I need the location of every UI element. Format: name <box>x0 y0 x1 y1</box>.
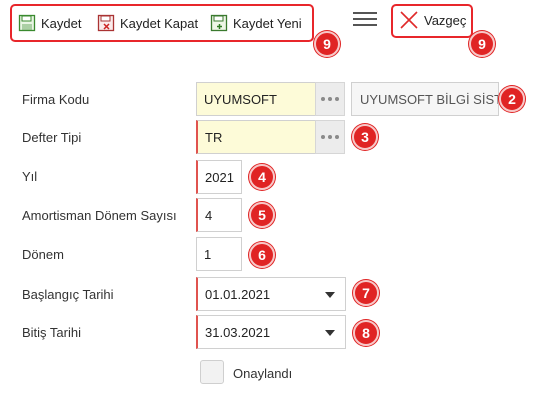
save-new-button[interactable]: Kaydet Yeni <box>210 13 302 33</box>
callout-badge-ledger-type: 3 <box>352 124 378 150</box>
save-new-label: Kaydet Yeni <box>233 15 302 31</box>
save-close-icon <box>97 14 115 32</box>
start-date-select[interactable]: 01.01.2021 <box>196 277 346 311</box>
company-code-input[interactable]: UYUMSOFT <box>196 82 316 116</box>
chevron-down-icon <box>325 292 335 298</box>
start-date-label: Başlangıç Tarihi <box>22 287 114 302</box>
callout-badge-period: 6 <box>249 242 275 268</box>
company-code-lookup-button[interactable] <box>315 82 345 116</box>
period-label: Dönem <box>22 247 64 262</box>
callout-badge-save-group: 9 <box>314 31 340 57</box>
ledger-type-lookup-button[interactable] <box>315 120 345 154</box>
menu-icon[interactable] <box>351 9 379 29</box>
end-date-label: Bitiş Tarihi <box>22 325 82 340</box>
callout-badge-year: 4 <box>249 164 275 190</box>
period-input[interactable]: 1 <box>196 237 242 271</box>
company-description-field: UYUMSOFT BİLGİ SİSTEMLERİ <box>351 82 499 116</box>
close-icon <box>399 10 419 30</box>
save-close-button[interactable]: Kaydet Kapat <box>97 13 198 33</box>
depreciation-periods-input[interactable]: 4 <box>196 198 242 232</box>
company-code-label: Firma Kodu <box>22 92 90 107</box>
end-date-select[interactable]: 31.03.2021 <box>196 315 346 349</box>
depreciation-periods-label: Amortisman Dönem Sayısı <box>22 208 177 223</box>
approved-label: Onaylandı <box>233 366 293 381</box>
save-actions-group: Kaydet Kaydet Kapat Kaydet Yeni <box>10 4 314 42</box>
approved-checkbox[interactable] <box>200 360 224 384</box>
cancel-label: Vazgeç <box>424 12 467 28</box>
cancel-actions-group: Vazgeç <box>391 4 473 38</box>
callout-badge-depreciation-periods: 5 <box>249 202 275 228</box>
callout-badge-end-date: 8 <box>353 320 379 346</box>
year-input[interactable]: 2021 <box>196 160 242 194</box>
callout-badge-company-description: 2 <box>499 86 525 112</box>
year-label: Yıl <box>22 169 38 184</box>
cancel-button[interactable]: Vazgeç <box>399 10 466 30</box>
save-close-label: Kaydet Kapat <box>120 15 199 31</box>
save-new-icon <box>210 14 228 32</box>
end-date-value: 31.03.2021 <box>205 324 271 340</box>
callout-badge-cancel-group: 9 <box>469 31 495 57</box>
start-date-value: 01.01.2021 <box>205 286 271 302</box>
save-button[interactable]: Kaydet <box>18 13 81 33</box>
save-icon <box>18 14 36 32</box>
save-label: Kaydet <box>41 15 82 31</box>
callout-badge-start-date: 7 <box>353 280 379 306</box>
ledger-type-label: Defter Tipi <box>22 130 82 145</box>
chevron-down-icon <box>325 330 335 336</box>
ledger-type-input[interactable]: TR <box>196 120 316 154</box>
